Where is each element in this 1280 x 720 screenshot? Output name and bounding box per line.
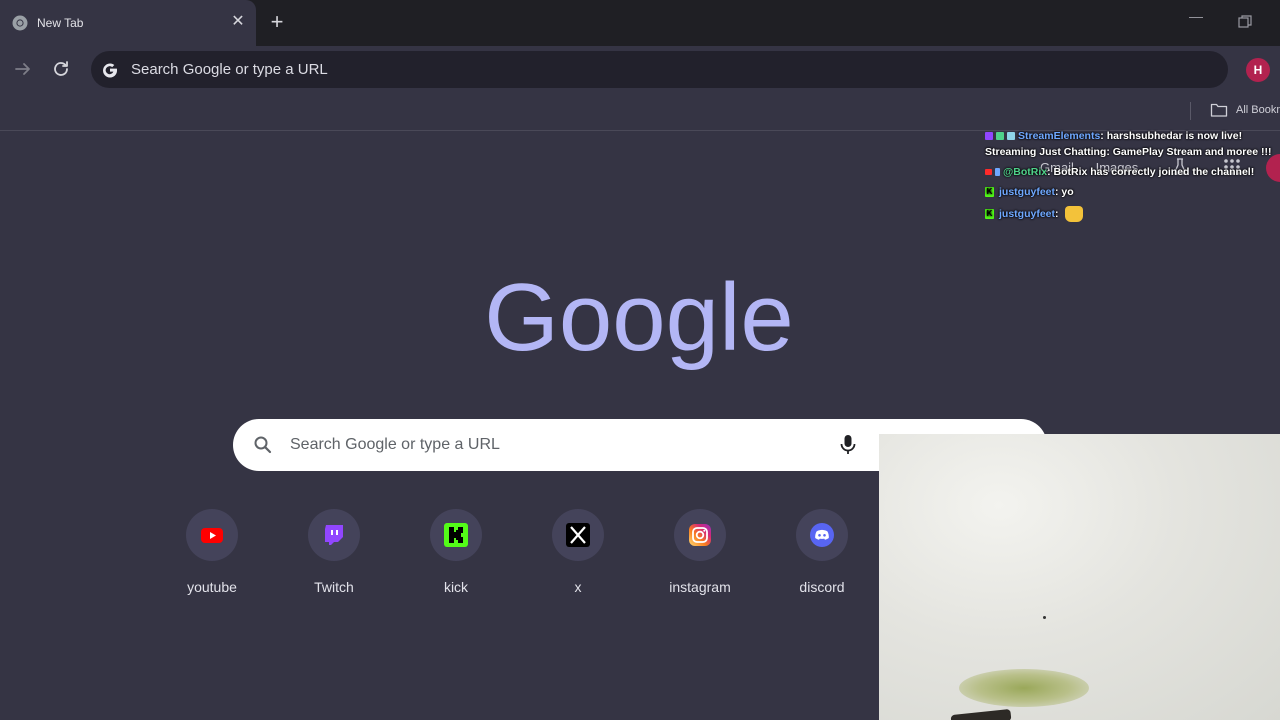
chat-message: @BotRix: BotRix has correctly joined the… (985, 164, 1254, 180)
google-g-icon (100, 60, 120, 80)
kick-icon (444, 523, 468, 547)
shortcut-tile (308, 509, 360, 561)
all-bookmarks-link[interactable]: All Bookmarks (1236, 104, 1280, 116)
restore-icon[interactable] (1236, 13, 1254, 31)
youtube-badge (985, 169, 992, 176)
google-logo: Google (486, 262, 792, 382)
shortcut-tile (674, 509, 726, 561)
address-bar-placeholder: Search Google or type a URL (131, 61, 328, 78)
moderator-badge (985, 132, 993, 141)
stream-chat-overlay: StreamElements: harshsubhedar is now liv… (985, 128, 1280, 228)
shortcut-x[interactable]: x (517, 509, 639, 609)
cat-emote-icon (1064, 206, 1083, 223)
microphone-icon[interactable] (839, 433, 857, 457)
tab-title: New Tab (37, 16, 84, 30)
chat-username: justguyfeet (999, 208, 1056, 220)
twitch-icon (322, 523, 346, 547)
ntp-search-placeholder: Search Google or type a URL (290, 436, 500, 453)
shortcut-label: x (574, 579, 582, 595)
shortcuts-grid: youtube Twitch kick x instagram discord (151, 509, 883, 609)
instagram-icon (688, 523, 712, 547)
shortcut-instagram[interactable]: instagram (639, 509, 761, 609)
shortcut-kick[interactable]: kick (395, 509, 517, 609)
verified-badge (996, 132, 1004, 141)
toolbar: Search Google or type a URL H (0, 46, 1280, 94)
shortcut-tile (552, 509, 604, 561)
shortcut-label: youtube (187, 579, 237, 595)
close-tab-icon[interactable]: ✕ (229, 12, 247, 32)
chrome-icon (12, 15, 28, 31)
webcam-speck (1043, 616, 1046, 619)
shortcut-discord[interactable]: discord (761, 509, 883, 609)
google-logo-text: Google (486, 264, 792, 371)
chat-text: : yo (1055, 186, 1074, 198)
forward-icon[interactable] (12, 58, 34, 80)
reload-icon[interactable] (50, 58, 72, 80)
chat-text: : BotRix has correctly joined the channe… (1047, 166, 1255, 178)
address-bar[interactable]: Search Google or type a URL (91, 51, 1228, 88)
profile-avatar[interactable]: H (1246, 58, 1270, 82)
youtube-icon (200, 523, 224, 547)
discord-icon (810, 523, 834, 547)
shortcut-tile (430, 509, 482, 561)
bot-badge (1007, 132, 1015, 141)
kick-badge-icon: K (985, 187, 994, 198)
search-icon (253, 435, 273, 455)
shortcut-youtube[interactable]: youtube (151, 509, 273, 609)
bookmarks-bar: All Bookmarks (0, 94, 1280, 131)
webcam-overlay (879, 434, 1280, 720)
chat-message: Kjustguyfeet: (985, 206, 1083, 223)
folder-icon[interactable] (1210, 102, 1228, 118)
shortcut-label: Twitch (314, 579, 354, 595)
webcam-wall-stain (959, 669, 1089, 707)
chat-username: StreamElements (1018, 130, 1101, 142)
chat-username: justguyfeet (999, 186, 1056, 198)
webcam-dark-object (950, 708, 1012, 720)
new-tab-button[interactable]: + (266, 11, 288, 34)
chat-text: : (1055, 208, 1059, 220)
minimize-icon[interactable]: — (1185, 8, 1207, 30)
tab-strip: New Tab ✕ + — (0, 0, 1280, 46)
chat-message: StreamElements: harshsubhedar is now liv… (985, 128, 1280, 160)
tab-new-tab[interactable]: New Tab ✕ (0, 0, 256, 46)
shortcut-label: discord (799, 579, 845, 595)
chat-username: @BotRix (1003, 166, 1048, 178)
chat-message: Kjustguyfeet: yo (985, 184, 1074, 200)
shortcut-label: kick (443, 579, 469, 595)
shortcut-twitch[interactable]: Twitch (273, 509, 395, 609)
shortcut-tile (796, 509, 848, 561)
wrench-badge (995, 168, 1000, 177)
shortcut-tile (186, 509, 238, 561)
x-icon (566, 523, 590, 547)
kick-badge-icon: K (985, 209, 994, 220)
bookmarks-divider (1190, 102, 1191, 120)
shortcut-label: instagram (669, 579, 731, 595)
